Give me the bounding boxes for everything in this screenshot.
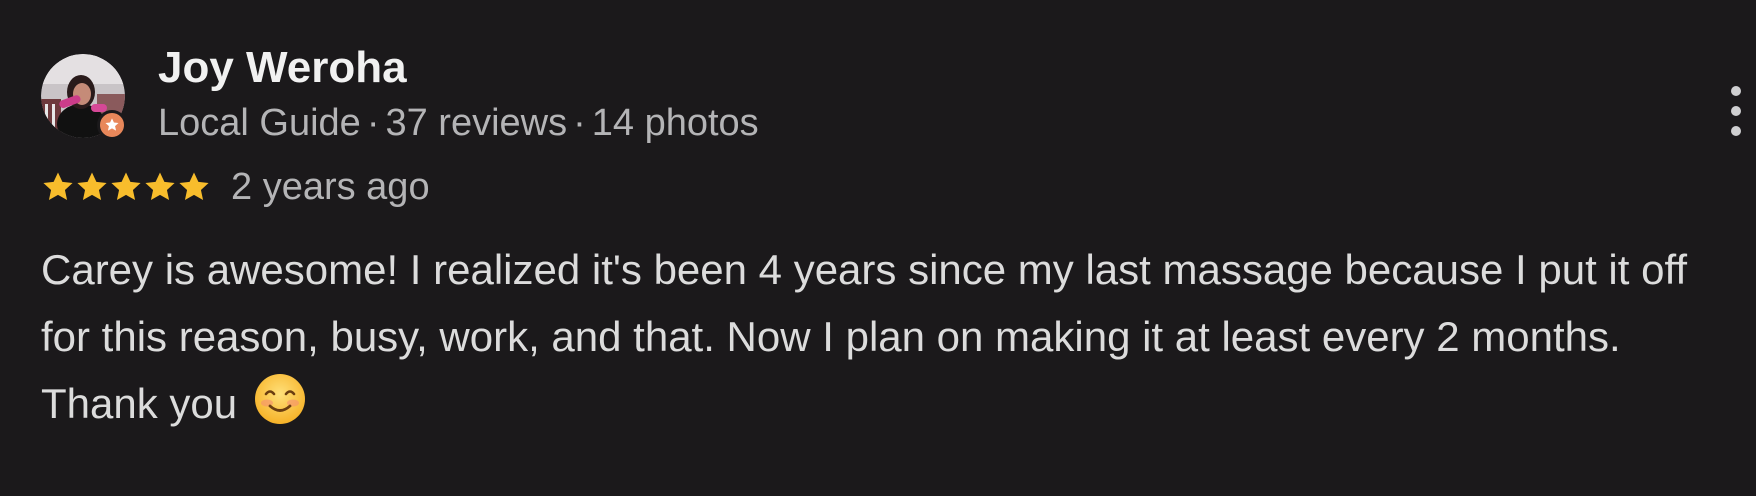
more-vert-dot: [1731, 106, 1741, 116]
reviewer-meta: Local Guide · 37 reviews · 14 photos: [158, 100, 759, 146]
review-card: Joy Weroha Local Guide · 37 reviews · 14 pho…: [0, 0, 1756, 496]
star-icon: [179, 172, 209, 201]
more-vert-icon: [1731, 86, 1741, 96]
more-options-button[interactable]: [1724, 86, 1748, 136]
star-icon: [145, 172, 175, 201]
reviewer-name[interactable]: Joy Weroha: [158, 42, 407, 94]
review-body: Carey is awesome! I realized it's been 4…: [41, 236, 1731, 437]
star-icon: [43, 172, 73, 201]
local-guide-label: Local Guide: [158, 102, 361, 144]
photos-count: 14 photos: [591, 102, 759, 144]
star-icon: [77, 172, 107, 201]
smiling-face-icon: [254, 374, 305, 424]
more-vert-dot: [1731, 126, 1741, 136]
reviews-count: 37 reviews: [385, 102, 568, 144]
star-icon: [111, 172, 141, 201]
separator-dot: ·: [573, 102, 586, 144]
local-guide-star-icon: [97, 110, 127, 140]
reviewer-avatar[interactable]: [41, 54, 127, 140]
review-time: 2 years ago: [231, 166, 430, 208]
separator-dot: ·: [366, 102, 380, 144]
star-rating: [41, 170, 211, 204]
rating-row: 2 years ago: [41, 164, 430, 210]
